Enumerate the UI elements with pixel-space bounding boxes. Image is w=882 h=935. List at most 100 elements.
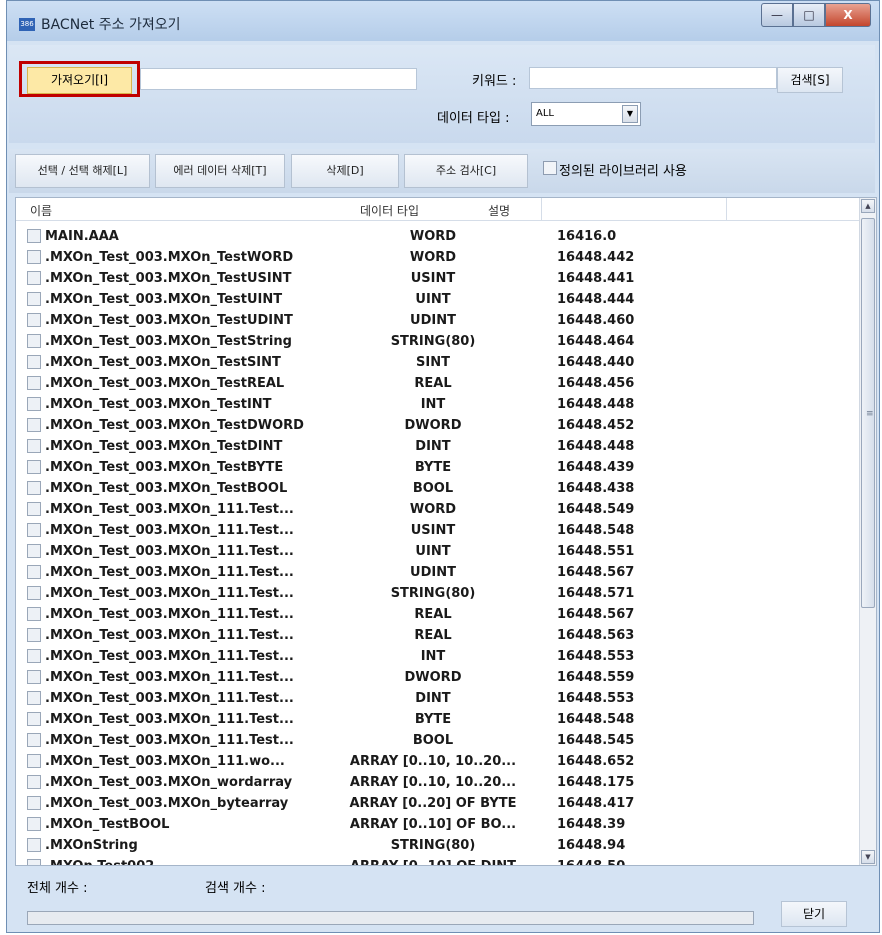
close-button[interactable]: 닫기 xyxy=(781,901,847,927)
table-row[interactable]: .MXOn_TestBOOL ARRAY [0..10] OF BO... 1644… xyxy=(16,814,860,835)
row-checkbox[interactable] xyxy=(27,439,41,453)
row-checkbox[interactable] xyxy=(27,334,41,348)
table-row[interactable]: .MXOn_Test_003.MXOn_111.wo... ARRAY [0..1… xyxy=(16,751,860,772)
scroll-thumb[interactable]: ≡ xyxy=(861,218,875,608)
table-row[interactable]: .MXOn_Test_003.MXOn_111.Test... BOOL 16448… xyxy=(16,730,860,751)
row-checkbox[interactable] xyxy=(27,355,41,369)
row-checkbox[interactable] xyxy=(27,292,41,306)
column-header-name[interactable]: 이름 xyxy=(30,202,52,219)
column-header-description[interactable]: 설명 xyxy=(488,202,510,219)
table-row[interactable]: .MXOn_Test_003.MXOn_111.Test... STRING(80… xyxy=(16,583,860,604)
table-row[interactable]: .MXOnString STRING(80) 16448.94 xyxy=(16,835,860,856)
row-checkbox[interactable] xyxy=(27,670,41,684)
delete-error-button[interactable]: 에러 데이터 삭제[T] xyxy=(155,154,285,188)
table-row[interactable]: .MXOn_Test_003.MXOn_TestSINT SINT 16448.44… xyxy=(16,352,860,373)
search-button[interactable]: 검색[S] xyxy=(777,67,843,93)
row-checkbox[interactable] xyxy=(27,838,41,852)
row-checkbox[interactable] xyxy=(27,376,41,390)
table-row[interactable]: .MXOn_Test_003.MXOn_111.Test... UINT 16448… xyxy=(16,541,860,562)
close-icon[interactable]: X xyxy=(825,3,871,27)
title-bar[interactable]: 386 BACNet 주소 가져오기 — □ X xyxy=(7,1,879,41)
path-field[interactable] xyxy=(140,68,417,90)
row-checkbox[interactable] xyxy=(27,796,41,810)
table-row[interactable]: .MXOn_Test_003.MXOn_TestBYTE BYTE 16448.43… xyxy=(16,457,860,478)
keyword-input[interactable] xyxy=(529,67,777,89)
row-checkbox[interactable] xyxy=(27,607,41,621)
row-checkbox[interactable] xyxy=(27,817,41,831)
table-row[interactable]: .MXOn_Test_003.MXOn_111.Test... UDINT 1644… xyxy=(16,562,860,583)
table-row[interactable]: .MXOn_Test_003.MXOn_111.Test... REAL 16448… xyxy=(16,625,860,646)
datatype-select[interactable]: ALL ▼ xyxy=(531,102,641,126)
table-row[interactable]: .MXOn_Test_003.MXOn_TestBOOL BOOL 16448.43… xyxy=(16,478,860,499)
row-checkbox[interactable] xyxy=(27,460,41,474)
table-row[interactable]: .MXOn_Test_003.MXOn_TestUDINT UDINT 16448.… xyxy=(16,310,860,331)
scroll-down-icon[interactable]: ▼ xyxy=(861,850,875,864)
row-checkbox[interactable] xyxy=(27,775,41,789)
table-row[interactable]: .MXOn Test002 ARRAY [0..10] OF DINT 16448.… xyxy=(16,856,860,865)
row-checkbox[interactable] xyxy=(27,229,41,243)
row-checkbox[interactable] xyxy=(27,754,41,768)
row-name: .MXOn_Test_003.MXOn_TestUINT xyxy=(45,292,283,307)
row-checkbox[interactable] xyxy=(27,271,41,285)
column-divider[interactable] xyxy=(726,198,727,220)
table-row[interactable]: .MXOn_Test_003.MXOn_TestDWORD DWORD 16448.… xyxy=(16,415,860,436)
row-checkbox[interactable] xyxy=(27,712,41,726)
row-name: .MXOn_Test_003.MXOn_TestREAL xyxy=(45,376,285,391)
table-row[interactable]: .MXOn_Test_003.MXOn_111.Test... DWORD 1644… xyxy=(16,667,860,688)
table-row[interactable]: .MXOn_Test_003.MXOn_TestString STRING(80)… xyxy=(16,331,860,352)
column-divider[interactable] xyxy=(541,198,542,220)
table-row[interactable]: .MXOn_Test_003.MXOn_TestUINT UINT 16448.44… xyxy=(16,289,860,310)
row-checkbox[interactable] xyxy=(27,544,41,558)
row-checkbox[interactable] xyxy=(27,523,41,537)
table-row[interactable]: .MXOn_Test_003.MXOn_TestDINT DINT 16448.44… xyxy=(16,436,860,457)
row-checkbox[interactable] xyxy=(27,733,41,747)
table-row[interactable]: MAIN.AAA WORD 16416.0 xyxy=(16,226,860,247)
row-checkbox[interactable] xyxy=(27,397,41,411)
row-checkbox[interactable] xyxy=(27,418,41,432)
row-name: .MXOn_Test_003.MXOn_TestUSINT xyxy=(45,271,292,286)
status-footer: 전체 개수 : 검색 개수 : 닫기 xyxy=(9,869,875,931)
row-checkbox[interactable] xyxy=(27,313,41,327)
table-row[interactable]: .MXOn_Test_003.MXOn_111.Test... DINT 16448… xyxy=(16,688,860,709)
select-toggle-button[interactable]: 선택 / 선택 해제[L] xyxy=(15,154,150,188)
table-row[interactable]: .MXOn_Test_003.MXOn_wordarray ARRAY [0..1… xyxy=(16,772,860,793)
table-row[interactable]: .MXOn_Test_003.MXOn_111.Test... USINT 1644… xyxy=(16,520,860,541)
row-description: 16448.441 xyxy=(557,271,635,286)
row-datatype: REAL xyxy=(414,376,452,391)
table-row[interactable]: .MXOn_Test_003.MXOn_TestINT INT 16448.448 xyxy=(16,394,860,415)
table-row[interactable]: .MXOn_Test_003.MXOn_111.Test... WORD 16448… xyxy=(16,499,860,520)
row-checkbox[interactable] xyxy=(27,628,41,642)
column-header-datatype[interactable]: 데이터 타입 xyxy=(360,202,419,219)
row-checkbox[interactable] xyxy=(27,859,41,865)
table-row[interactable]: .MXOn_Test_003.MXOn_TestREAL REAL 16448.45… xyxy=(16,373,860,394)
table-row[interactable]: .MXOn_Test_003.MXOn_111.Test... INT 16448.… xyxy=(16,646,860,667)
delete-button[interactable]: 삭제[D] xyxy=(291,154,399,188)
row-checkbox[interactable] xyxy=(27,565,41,579)
maximize-icon[interactable]: □ xyxy=(793,3,825,27)
row-name: .MXOn_Test_003.MXOn_111.Test... xyxy=(45,670,294,685)
row-datatype: WORD xyxy=(409,502,457,517)
row-description: 16448.438 xyxy=(557,481,635,496)
row-datatype: DWORD xyxy=(404,670,462,685)
vertical-scrollbar[interactable]: ▲ ≡ ▼ xyxy=(859,198,876,865)
table-row[interactable]: .MXOn_Test_003.MXOn_bytearray ARRAY [0..2… xyxy=(16,793,860,814)
minimize-icon[interactable]: — xyxy=(761,3,793,27)
row-name: .MXOn_Test_003.MXOn_wordarray xyxy=(45,775,293,790)
row-description: 16448.652 xyxy=(557,754,635,769)
row-checkbox[interactable] xyxy=(27,502,41,516)
row-name: .MXOn_Test_003.MXOn_111.Test... xyxy=(45,586,294,601)
scroll-up-icon[interactable]: ▲ xyxy=(861,199,875,213)
table-row[interactable]: .MXOn_Test_003.MXOn_111.Test... BYTE 16448… xyxy=(16,709,860,730)
table-row[interactable]: .MXOn_Test_003.MXOn_111.Test... REAL 16448… xyxy=(16,604,860,625)
row-checkbox[interactable] xyxy=(27,481,41,495)
row-checkbox[interactable] xyxy=(27,586,41,600)
chevron-down-icon[interactable]: ▼ xyxy=(622,105,638,123)
table-row[interactable]: .MXOn_Test_003.MXOn_TestUSINT USINT 16448.… xyxy=(16,268,860,289)
use-library-checkbox[interactable] xyxy=(543,161,557,175)
row-checkbox[interactable] xyxy=(27,250,41,264)
row-checkbox[interactable] xyxy=(27,691,41,705)
address-check-button[interactable]: 주소 검사[C] xyxy=(404,154,528,188)
table-row[interactable]: .MXOn_Test_003.MXOn_TestWORD WORD 16448.44… xyxy=(16,247,860,268)
row-checkbox[interactable] xyxy=(27,649,41,663)
row-datatype: STRING(80) xyxy=(390,586,476,601)
